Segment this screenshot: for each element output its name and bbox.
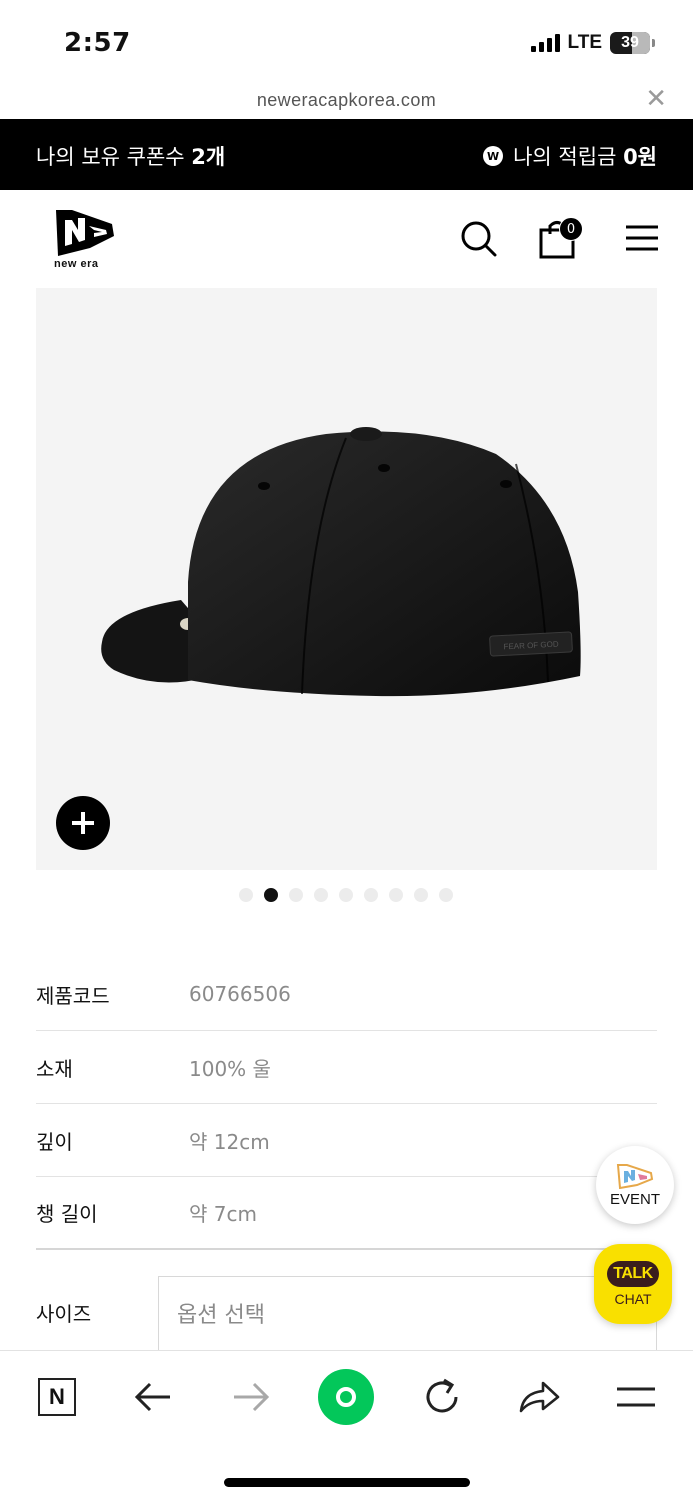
event-button[interactable]: EVENT bbox=[596, 1146, 674, 1224]
carousel-dot-active[interactable] bbox=[264, 888, 278, 902]
menu-icon[interactable] bbox=[614, 1375, 658, 1419]
plus-icon bbox=[72, 812, 94, 834]
carousel-dot[interactable] bbox=[389, 888, 403, 902]
product-image[interactable]: FEAR OF GOD bbox=[36, 288, 657, 870]
new-era-flag-icon bbox=[616, 1163, 654, 1189]
status-bar: 2:57 LTE 39 bbox=[0, 0, 693, 82]
spec-label: 소재 bbox=[36, 1056, 73, 1081]
size-select-placeholder: 옵션 선택 bbox=[177, 1303, 265, 1328]
points-link[interactable]: W 나의 적립금 0원 bbox=[483, 141, 657, 171]
spec-value: 60766506 bbox=[189, 982, 291, 1006]
url-bar[interactable]: neweracapkorea.com ✕ bbox=[0, 82, 693, 118]
spec-value: 약 12cm bbox=[189, 1129, 270, 1154]
carousel-dot[interactable] bbox=[289, 888, 303, 902]
event-label: EVENT bbox=[609, 1190, 660, 1208]
status-indicators: LTE 39 bbox=[530, 32, 655, 54]
menu-icon[interactable] bbox=[625, 224, 659, 252]
spec-row: 챙 길이 약 7cm bbox=[36, 1177, 657, 1250]
logo-wordmark: new era bbox=[54, 258, 99, 270]
back-arrow-icon[interactable] bbox=[132, 1375, 176, 1419]
network-label: LTE bbox=[567, 32, 602, 53]
spec-value: 약 7cm bbox=[189, 1202, 257, 1226]
spec-row: 깊이 약 12cm bbox=[36, 1104, 657, 1177]
size-option-row: 사이즈 옵션 선택 bbox=[36, 1276, 657, 1352]
signal-icon bbox=[530, 34, 560, 52]
points-value: 0원 bbox=[623, 145, 657, 169]
refresh-icon[interactable] bbox=[420, 1375, 464, 1419]
carousel-dot[interactable] bbox=[414, 888, 428, 902]
spec-label: 챙 길이 bbox=[36, 1202, 98, 1226]
points-badge-icon: W bbox=[483, 146, 504, 166]
spec-label: 깊이 bbox=[36, 1129, 73, 1154]
cart-count-badge: 0 bbox=[559, 217, 583, 241]
carousel-dot[interactable] bbox=[364, 888, 378, 902]
spec-value: 100% 울 bbox=[189, 1056, 271, 1081]
carousel-dot[interactable] bbox=[439, 888, 453, 902]
naver-home-badge: N bbox=[38, 1378, 76, 1416]
home-indicator bbox=[224, 1478, 470, 1487]
green-dot-icon[interactable] bbox=[318, 1369, 374, 1425]
search-icon[interactable] bbox=[460, 220, 498, 258]
spec-row: 소재 100% 울 bbox=[36, 1031, 657, 1104]
status-time: 2:57 bbox=[64, 28, 131, 58]
carousel-dot[interactable] bbox=[239, 888, 253, 902]
coupon-count-link[interactable]: 나의 보유 쿠폰수 2개 bbox=[36, 141, 225, 171]
spec-table: 제품코드 60766506 소재 100% 울 깊이 약 12cm 챙 길이 약… bbox=[36, 958, 657, 1250]
site-header: new era 0 bbox=[0, 190, 693, 288]
talk-bubble-icon: TALK bbox=[607, 1261, 659, 1287]
carousel-dot[interactable] bbox=[339, 888, 353, 902]
spec-label: 제품코드 bbox=[36, 983, 110, 1008]
carousel-dot[interactable] bbox=[314, 888, 328, 902]
points-label: 나의 적립금 bbox=[513, 145, 624, 169]
coupon-bar: 나의 보유 쿠폰수 2개 W 나의 적립금 0원 bbox=[0, 119, 693, 190]
spec-row: 제품코드 60766506 bbox=[36, 958, 657, 1031]
close-icon[interactable]: ✕ bbox=[645, 84, 667, 114]
cap-illustration: FEAR OF GOD bbox=[101, 427, 581, 697]
battery-icon: 39 bbox=[610, 32, 650, 54]
battery-level: 39 bbox=[621, 34, 639, 51]
size-label: 사이즈 bbox=[36, 1302, 92, 1326]
coupon-count: 2개 bbox=[191, 145, 226, 169]
carousel-dots bbox=[239, 888, 453, 902]
forward-arrow-icon[interactable] bbox=[228, 1375, 272, 1419]
url-text[interactable]: neweracapkorea.com bbox=[257, 90, 436, 111]
browser-toolbar: N bbox=[0, 1350, 693, 1500]
share-icon[interactable] bbox=[517, 1375, 561, 1419]
coupon-label: 나의 보유 쿠폰수 bbox=[36, 145, 192, 169]
kakao-talk-button[interactable]: TALK CHAT bbox=[594, 1244, 672, 1324]
chat-label: CHAT bbox=[614, 1291, 652, 1307]
zoom-button[interactable] bbox=[56, 796, 110, 850]
size-select[interactable]: 옵션 선택 bbox=[158, 1276, 657, 1352]
naver-home-icon[interactable]: N bbox=[35, 1375, 79, 1419]
battery-cap bbox=[652, 39, 655, 47]
